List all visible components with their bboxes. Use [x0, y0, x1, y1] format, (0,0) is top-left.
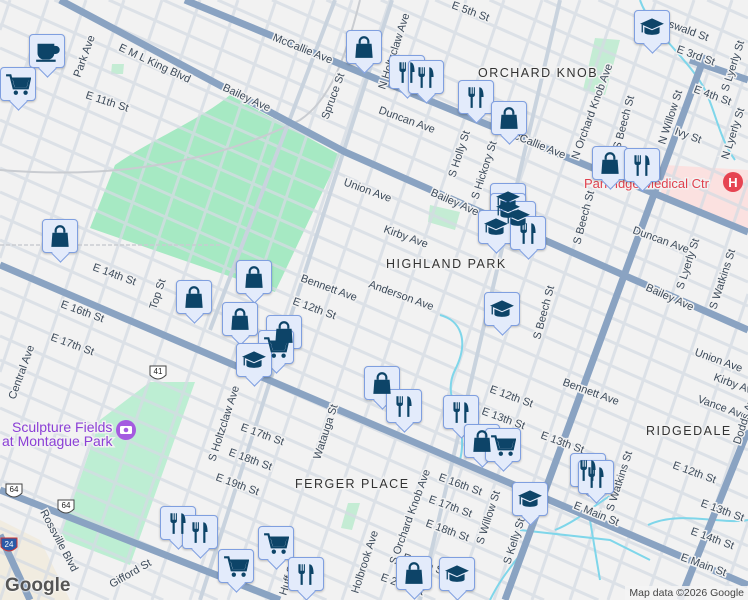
- shopping-bag-icon: [51, 225, 69, 247]
- restaurant-icon: [520, 223, 536, 244]
- school-icon: [445, 565, 469, 582]
- shopping-cart-icon: [491, 435, 516, 456]
- map-marker-school[interactable]: [512, 482, 548, 516]
- street-label: Ivy St: [673, 126, 703, 147]
- street-label: S Holly St: [446, 129, 472, 179]
- neighborhood-label: FERGER PLACE: [295, 477, 410, 491]
- neighborhood-label: HIGHLAND PARK: [386, 257, 507, 271]
- neighborhood-label: RIDGEDALE: [646, 424, 732, 438]
- restaurant-icon: [634, 155, 650, 176]
- shopping-bag-icon: [405, 562, 423, 584]
- map-marker-school[interactable]: [484, 292, 520, 326]
- google-logo[interactable]: Google: [5, 575, 70, 597]
- map-marker-school[interactable]: [439, 557, 475, 591]
- street-label: Union Ave: [693, 347, 744, 375]
- restaurant-icon: [396, 396, 412, 417]
- map-marker-shopping-bag[interactable]: [592, 146, 628, 180]
- map-base: E M L King Blvd McCallie Ave McCallie Av…: [0, 0, 748, 600]
- restaurant-icon: [298, 564, 314, 585]
- us-64-shield: 64: [57, 499, 75, 514]
- neighborhood-label: ORCHARD KNOB: [478, 66, 598, 80]
- school-icon: [640, 18, 664, 35]
- map-marker-shopping-cart[interactable]: [485, 428, 521, 462]
- school-icon: [242, 351, 266, 368]
- shopping-cart-icon: [224, 556, 249, 577]
- map-attribution[interactable]: Map data ©2026 Google: [625, 586, 748, 600]
- shopping-cart-icon: [6, 74, 31, 95]
- i-24-shield: 24: [0, 537, 18, 552]
- map[interactable]: E M L King Blvd McCallie Ave McCallie Av…: [0, 0, 748, 600]
- map-marker-restaurant[interactable]: [288, 557, 324, 591]
- restaurant-icon: [468, 87, 484, 108]
- street-label: S Watkins St: [707, 248, 738, 311]
- map-marker-shopping-bag[interactable]: [396, 556, 432, 590]
- shopping-cart-icon: [264, 533, 289, 554]
- svg-text:24: 24: [5, 540, 14, 549]
- street-label: E 17th St: [427, 494, 474, 521]
- coffee-icon: [36, 43, 60, 62]
- svg-text:64: 64: [62, 501, 71, 510]
- street-label: E 12th St: [671, 460, 718, 487]
- map-marker-restaurant[interactable]: [510, 216, 546, 250]
- svg-text:41: 41: [154, 367, 163, 376]
- map-marker-shopping-bag[interactable]: [236, 260, 272, 294]
- shopping-bag-icon: [245, 266, 263, 288]
- restaurant-icon: [418, 67, 434, 88]
- map-marker-school[interactable]: [634, 10, 670, 44]
- map-marker-shopping-bag[interactable]: [176, 280, 212, 314]
- street-label: E 19th St: [214, 472, 261, 499]
- street-label: E 5th St: [450, 0, 491, 24]
- map-marker-restaurant[interactable]: [443, 395, 479, 429]
- shopping-bag-icon: [185, 286, 203, 308]
- map-marker-restaurant[interactable]: [624, 148, 660, 182]
- us-41-shield: 41: [149, 365, 167, 380]
- shopping-bag-icon: [500, 107, 518, 129]
- school-icon: [484, 218, 508, 235]
- map-marker-restaurant[interactable]: [458, 80, 494, 114]
- map-marker-restaurant[interactable]: [182, 515, 218, 549]
- map-marker-shopping-cart[interactable]: [218, 549, 254, 583]
- map-marker-shopping-bag[interactable]: [346, 30, 382, 64]
- poi-label[interactable]: at Montague Park: [1, 432, 116, 451]
- shopping-bag-icon: [231, 308, 249, 330]
- map-marker-shopping-cart[interactable]: [258, 526, 294, 560]
- map-marker-restaurant[interactable]: [578, 460, 614, 494]
- svg-text:H: H: [728, 175, 737, 190]
- map-marker-school[interactable]: [236, 343, 272, 377]
- restaurant-icon: [453, 402, 469, 423]
- street-label: Watauga St: [311, 403, 340, 461]
- school-icon: [490, 300, 514, 317]
- map-marker-shopping-cart[interactable]: [0, 67, 36, 101]
- us-64-shield: 64: [5, 483, 23, 498]
- map-marker-shopping-bag[interactable]: [491, 101, 527, 135]
- shopping-bag-icon: [601, 152, 619, 174]
- svg-text:64: 64: [10, 485, 19, 494]
- street-label: E 18th St: [424, 518, 471, 545]
- map-marker-shopping-bag[interactable]: [222, 302, 258, 336]
- street-label: N Lyerly St: [719, 106, 747, 160]
- map-marker-school[interactable]: [478, 210, 514, 244]
- hospital-icon[interactable]: H: [723, 172, 743, 192]
- map-marker-restaurant[interactable]: [386, 389, 422, 423]
- street-label: Bailey Ave: [644, 282, 696, 314]
- shopping-bag-icon: [355, 36, 373, 58]
- map-marker-shopping-bag[interactable]: [42, 219, 78, 253]
- map-marker-restaurant[interactable]: [408, 60, 444, 94]
- restaurant-icon: [588, 467, 604, 488]
- restaurant-icon: [192, 522, 208, 543]
- school-icon: [518, 490, 542, 507]
- map-marker-coffee[interactable]: [29, 34, 65, 68]
- camera-icon[interactable]: [116, 420, 136, 440]
